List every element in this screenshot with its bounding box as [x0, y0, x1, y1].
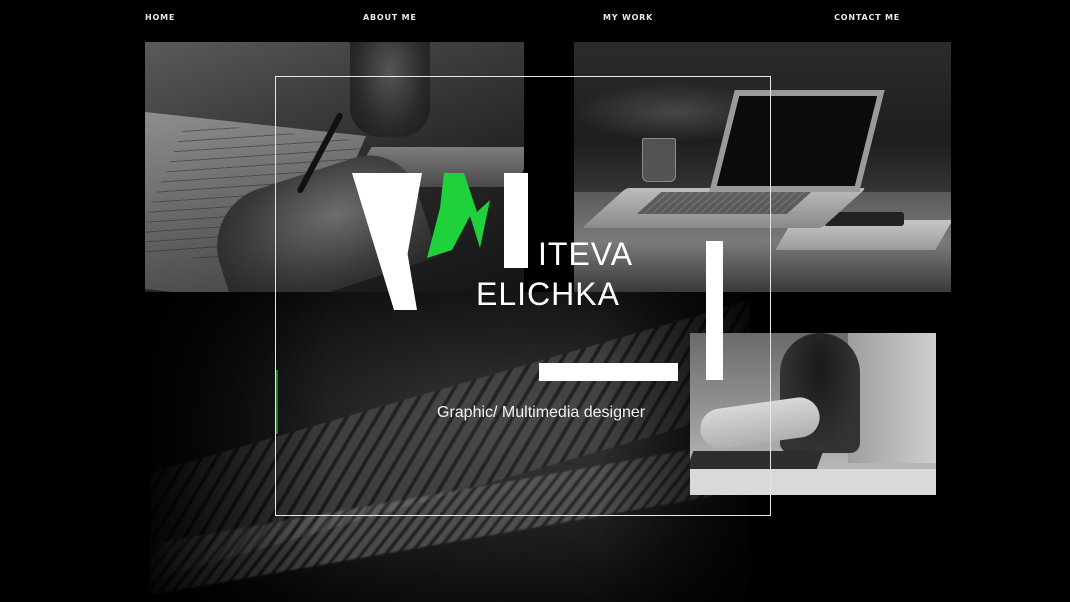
tagline: Graphic/ Multimedia designer [437, 404, 646, 421]
logo-surname: ITEVA [538, 236, 634, 272]
nav-work-link[interactable]: MY WORK [603, 13, 653, 22]
decorative-horizontal-bar [539, 363, 678, 381]
logo-first-name: ELICHKA [476, 276, 620, 312]
decorative-vertical-bar [706, 241, 723, 380]
top-navigation: HOME ABOUT ME MY WORK CONTACT ME [0, 13, 1070, 27]
logo: ITEVA ELICHKA [352, 170, 652, 315]
frame-accent-line [276, 370, 278, 434]
nav-about-link[interactable]: ABOUT ME [363, 13, 417, 22]
nav-home-link[interactable]: HOME [145, 13, 175, 22]
nav-contact-link[interactable]: CONTACT ME [834, 13, 900, 22]
